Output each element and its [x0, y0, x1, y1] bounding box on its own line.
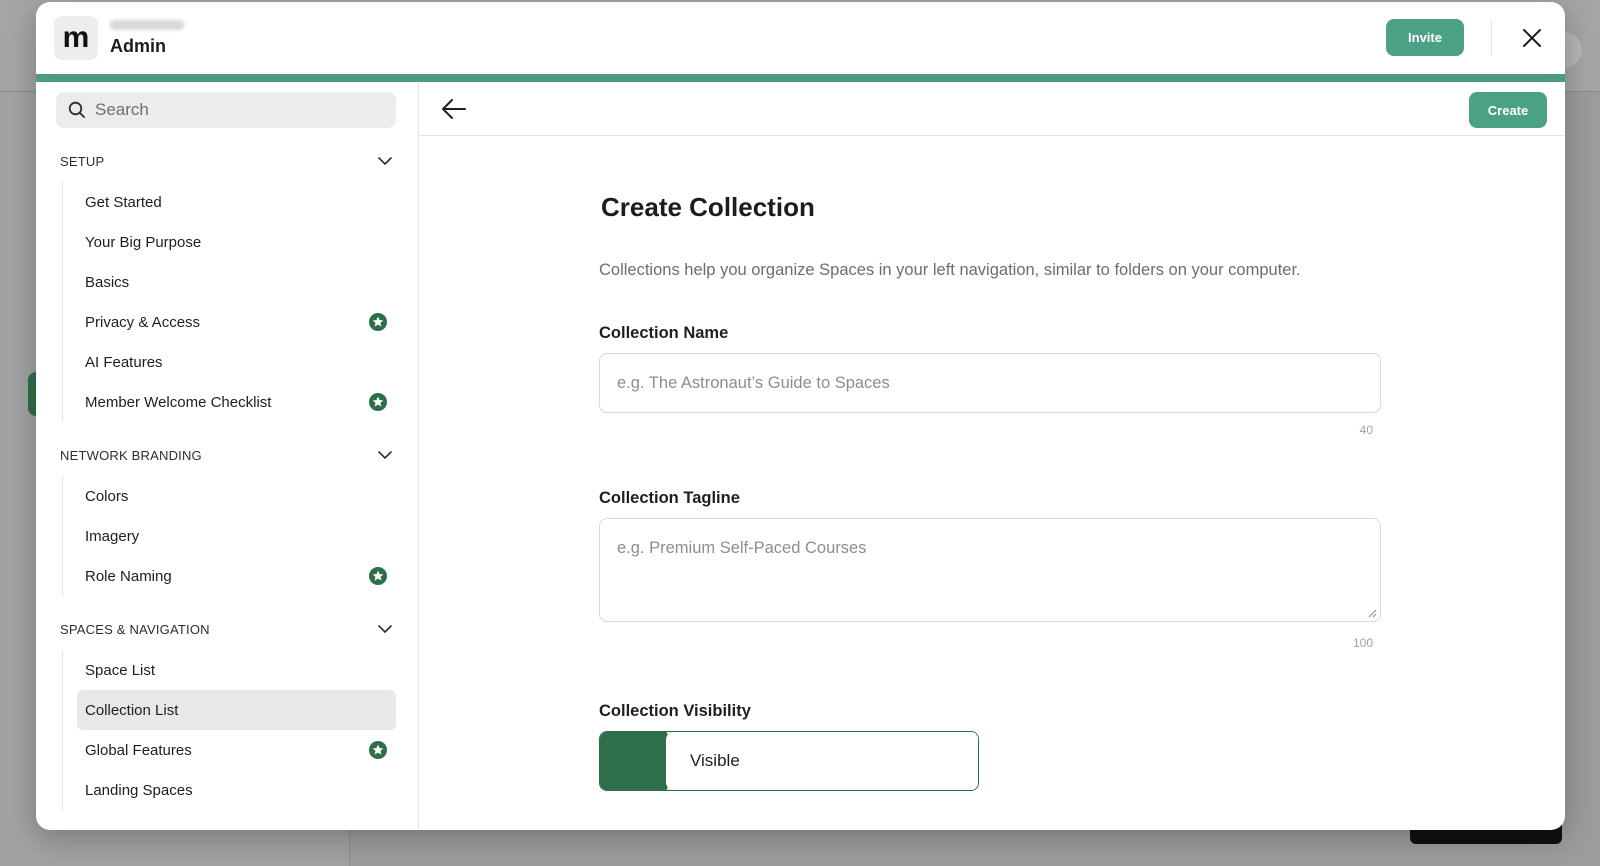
visibility-toggle-fill: [600, 732, 667, 790]
sidebar-item[interactable]: Collection List: [77, 690, 396, 730]
sidebar-item-label: Global Features: [85, 741, 192, 759]
invite-button[interactable]: Invite: [1386, 19, 1464, 56]
section-header[interactable]: SETUP: [56, 150, 396, 172]
chevron-down-icon[interactable]: [376, 152, 394, 170]
collection-name-label: Collection Name: [599, 324, 729, 342]
modal-header: m Admin Invite: [36, 2, 1565, 74]
collection-tagline-placeholder: e.g. Premium Self-Paced Courses: [617, 539, 867, 557]
network-name-blurred: [110, 19, 184, 30]
close-icon: [1523, 29, 1541, 47]
section-items: Get Started Your Big Purpose Basics Privacy…: [62, 182, 396, 422]
sidebar-item[interactable]: Member Welcome Checklist: [77, 382, 396, 422]
close-button[interactable]: [1517, 23, 1547, 53]
main-toolbar: Create: [419, 82, 1565, 136]
chevron-down-icon[interactable]: [376, 446, 394, 464]
network-logo: m: [54, 16, 98, 60]
sidebar-section: SETUP Get Started Your Big Purpose Basics Pr…: [56, 150, 396, 422]
collection-visibility-toggle[interactable]: Visible: [599, 731, 979, 791]
sidebar-item-label: Space List: [85, 661, 156, 679]
back-button[interactable]: [439, 95, 469, 123]
arrow-left-icon: [442, 99, 466, 119]
sidebar-section: SPACES & NAVIGATION Space List Collection …: [56, 618, 396, 810]
sidebar-item-label: Colors: [85, 487, 129, 505]
create-button[interactable]: Create: [1469, 92, 1547, 128]
sidebar-item-label: Your Big Purpose: [85, 233, 202, 251]
chevron-down-icon[interactable]: [376, 620, 394, 638]
collection-name-char-limit: 40: [1359, 423, 1373, 437]
sidebar-item[interactable]: Global Features: [77, 730, 396, 770]
star-badge-icon: [368, 312, 388, 332]
main-panel: Create Create Collection Collections hel…: [419, 82, 1565, 830]
sidebar-item-label: Collection List: [85, 701, 179, 719]
section-title: NETWORK BRANDING: [60, 447, 202, 463]
star-badge-icon: [368, 740, 388, 760]
sidebar-item[interactable]: Space List: [77, 650, 396, 690]
modal-body: Search SETUP Get Started Your Big Purpose B…: [36, 82, 1565, 830]
page-title: Create Collection: [601, 192, 815, 222]
search-icon: [68, 101, 86, 119]
sidebar-item-label: Landing Spaces: [85, 781, 193, 799]
collection-name-placeholder: e.g. The Astronaut’s Guide to Spaces: [617, 373, 890, 392]
collection-name-input[interactable]: e.g. The Astronaut’s Guide to Spaces: [599, 353, 1381, 413]
section-title: SPACES & NAVIGATION: [60, 621, 210, 637]
section-title: SETUP: [60, 153, 105, 169]
admin-modal: m Admin Invite Search SETUP Get Started Yo…: [36, 2, 1565, 830]
sidebar-item[interactable]: Get Started: [77, 182, 396, 222]
sidebar-item-label: Role Naming: [85, 567, 172, 585]
search-input[interactable]: Search: [56, 92, 396, 128]
accent-bar: [36, 74, 1565, 82]
star-badge-icon: [368, 392, 388, 412]
form-description: Collections help you organize Spaces in …: [599, 261, 1301, 279]
brand-block: Admin: [110, 19, 184, 57]
sidebar-item-label: Get Started: [85, 193, 162, 211]
sidebar-sections: SETUP Get Started Your Big Purpose Basics Pr…: [56, 150, 396, 810]
visibility-value: Visible: [665, 732, 978, 790]
sidebar-item[interactable]: Landing Spaces: [77, 770, 396, 810]
collection-tagline-char-limit: 100: [1352, 636, 1373, 650]
section-items: Space List Collection List Global Features…: [62, 650, 396, 810]
sidebar-item-label: Imagery: [85, 527, 140, 545]
sidebar-item[interactable]: AI Features: [77, 342, 396, 382]
sidebar-item[interactable]: Your Big Purpose: [77, 222, 396, 262]
modal-title: Admin: [110, 35, 166, 56]
sidebar-item-label: AI Features: [85, 353, 163, 371]
sidebar-item-label: Member Welcome Checklist: [85, 393, 272, 411]
sidebar-item[interactable]: Role Naming: [77, 556, 396, 596]
settings-sidebar: Search SETUP Get Started Your Big Purpose B…: [36, 82, 419, 830]
resize-handle-icon[interactable]: [1367, 608, 1377, 618]
header-divider: [1491, 20, 1492, 56]
section-header[interactable]: NETWORK BRANDING: [56, 444, 396, 466]
collection-tagline-label: Collection Tagline: [599, 489, 740, 507]
sidebar-item-label: Basics: [85, 273, 130, 291]
sidebar-item-label: Privacy & Access: [85, 313, 201, 331]
star-badge-icon: [368, 566, 388, 586]
sidebar-item[interactable]: Basics: [77, 262, 396, 302]
sidebar-item[interactable]: Privacy & Access: [77, 302, 396, 342]
collection-visibility-label: Collection Visibility: [599, 702, 751, 720]
sidebar-section: NETWORK BRANDING Colors Imagery Role Naming: [56, 444, 396, 596]
section-items: Colors Imagery Role Naming: [62, 476, 396, 596]
collection-tagline-textarea[interactable]: e.g. Premium Self-Paced Courses: [599, 518, 1381, 622]
create-collection-form: Create Collection Collections help you o…: [599, 136, 1389, 791]
section-header[interactable]: SPACES & NAVIGATION: [56, 618, 396, 640]
sidebar-item[interactable]: Colors: [77, 476, 396, 516]
search-placeholder: Search: [95, 100, 149, 119]
sidebar-item[interactable]: Imagery: [77, 516, 396, 556]
